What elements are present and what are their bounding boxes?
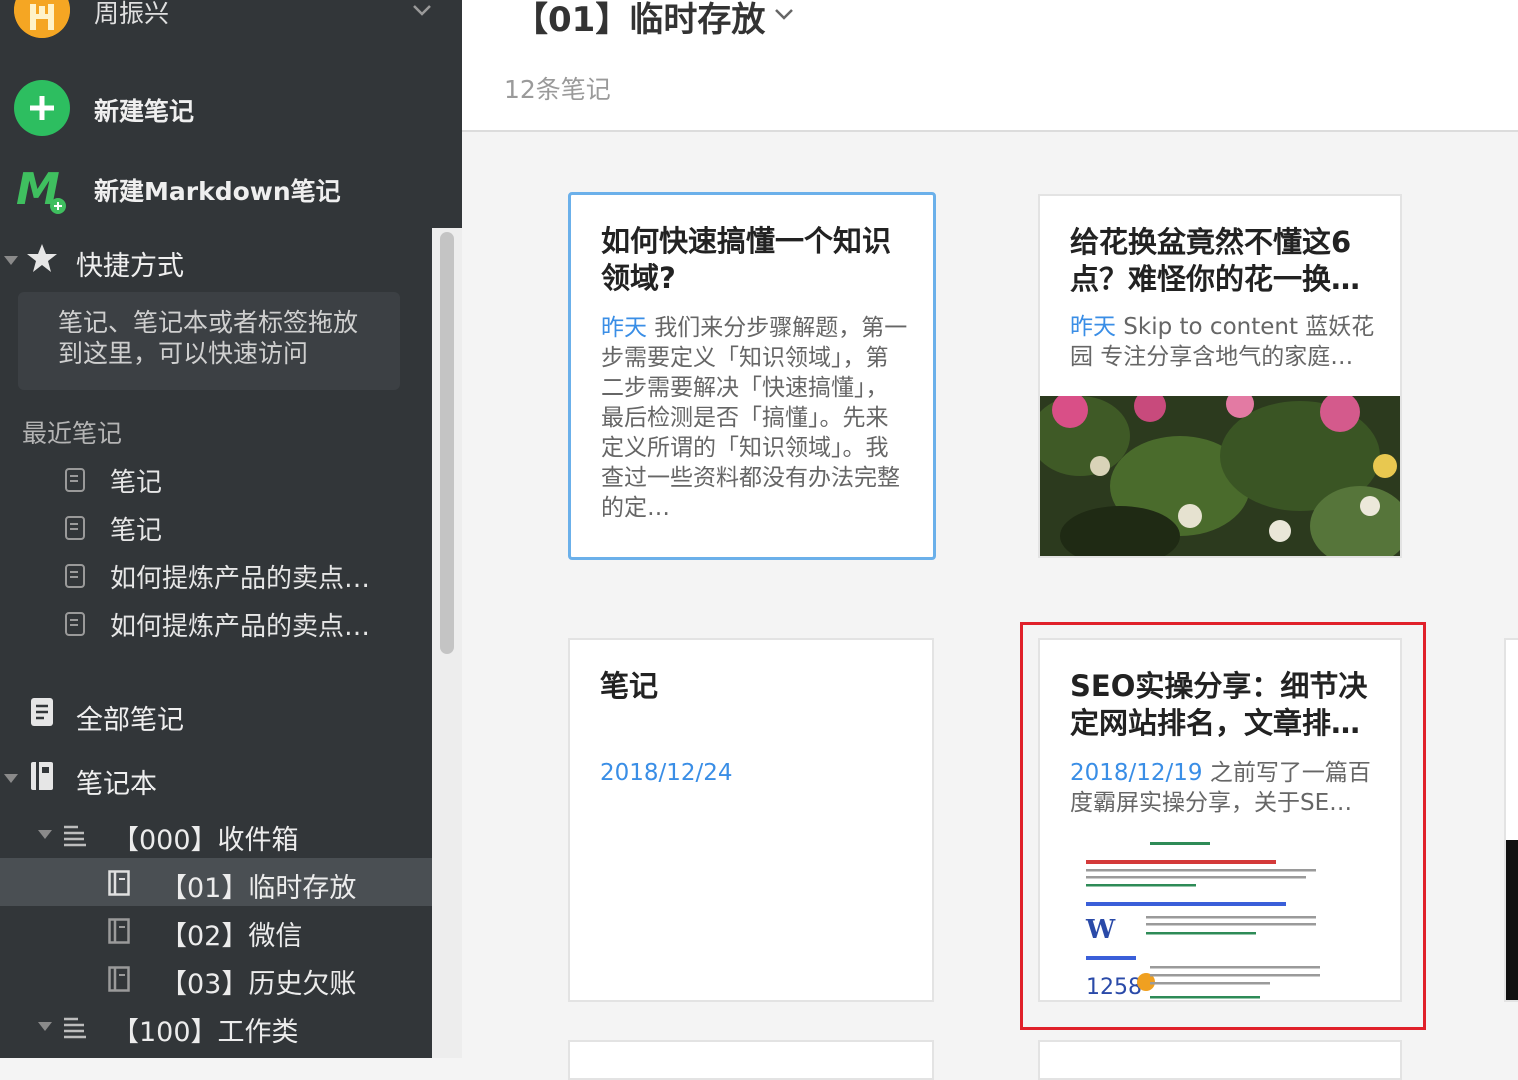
- notebook-label: 【01】临时存放: [160, 873, 357, 904]
- notebook-label: 【000】收件箱: [112, 825, 299, 856]
- new-note-label: 新建笔记: [94, 97, 195, 126]
- note-card[interactable]: 笔记 2018/12/24: [568, 638, 934, 1002]
- notebook-label: 【03】历史欠账: [160, 969, 357, 1000]
- collapse-triangle-icon[interactable]: [38, 830, 52, 840]
- recent-note-label: 如何提炼产品的卖点…: [110, 564, 371, 594]
- notebook-icon: [31, 762, 53, 790]
- all-notes-label: 全部笔记: [76, 705, 184, 736]
- note-card-title: 如何快速搞懂一个知识领域?: [601, 224, 892, 295]
- note-list-panel: 【01】临时存放 12条笔记 如何快速搞懂一个知识领域? 昨天 我们来分步骤解题…: [462, 0, 1518, 1080]
- markdown-icon: M: [16, 164, 66, 214]
- note-card-text: Skip to content 蓝妖花园 专注分享含地气的家庭…: [1070, 314, 1375, 370]
- note-card-partial[interactable]: [1504, 638, 1518, 1002]
- note-doc-icon: [65, 468, 85, 492]
- recent-note-item[interactable]: 如何提炼产品的卖点…: [0, 554, 432, 598]
- recent-note-item[interactable]: 笔记: [0, 506, 432, 550]
- note-count: 12条笔记: [504, 75, 611, 104]
- note-card[interactable]: 给花换盆竟然不懂这6点？难怪你的花一换… 昨天 Skip to content …: [1038, 194, 1402, 558]
- note-card-partial-thumbnail: [1506, 840, 1518, 1000]
- sidebar-scrollbar-thumb[interactable]: [440, 232, 454, 654]
- new-note-button[interactable]: 新建笔记: [0, 78, 462, 138]
- recent-note-label: 笔记: [110, 516, 163, 546]
- avatar-logo-icon: [14, 0, 70, 38]
- account-switcher[interactable]: 周振兴: [0, 0, 462, 40]
- note-card-date: 2018/12/19: [1070, 760, 1203, 786]
- svg-text:1258: 1258: [1086, 975, 1142, 1000]
- notebook-stack-work[interactable]: 【100】工作类: [0, 1002, 432, 1050]
- notebook-icon: [108, 966, 130, 992]
- recent-note-item[interactable]: 如何提炼产品的卖点…: [0, 602, 432, 646]
- sidebar: 周振兴 新建笔记 M 新建Markdown笔记 快捷方式 笔记、笔记本或者标签拖…: [0, 0, 462, 1058]
- notebook-icon: [108, 870, 130, 896]
- star-icon: [27, 244, 57, 272]
- avatar: [14, 0, 70, 38]
- note-doc-icon: [65, 516, 85, 540]
- new-markdown-note-button[interactable]: M 新建Markdown笔记: [0, 158, 462, 218]
- note-card-text: 我们来分步骤解题，第一步需要定义「知识领域」，第二步需要解决「快速搞懂」，最后检…: [601, 315, 908, 521]
- note-card-snippet: 昨天 Skip to content 蓝妖花园 专注分享含地气的家庭…: [1070, 312, 1380, 372]
- chevron-down-icon[interactable]: [772, 4, 796, 24]
- recent-note-label: 笔记: [110, 468, 163, 498]
- notebook-title[interactable]: 【01】临时存放: [514, 0, 765, 41]
- notebooks-section[interactable]: 笔记本: [0, 754, 432, 802]
- note-card-title: SEO实操分享：细节决定网站排名，文章排…: [1070, 669, 1368, 740]
- note-card-date: 昨天: [601, 315, 647, 341]
- notebook-stack-inbox[interactable]: 【000】收件箱: [0, 810, 432, 858]
- notebook-label: 【100】工作类: [112, 1017, 299, 1048]
- note-card-snippet: 2018/12/24: [600, 758, 910, 788]
- svg-text:W: W: [1085, 915, 1116, 945]
- note-card[interactable]: [1038, 1040, 1402, 1080]
- note-card-snippet: 昨天 我们来分步骤解题，第一步需要定义「知识领域」，第二步需要解决「快速搞懂」，…: [601, 313, 911, 523]
- shortcuts-section[interactable]: 快捷方式: [0, 236, 432, 284]
- all-notes-item[interactable]: 全部笔记: [0, 690, 432, 738]
- collapse-triangle-icon[interactable]: [38, 1022, 52, 1032]
- notebook-item-temp[interactable]: 【01】临时存放: [0, 858, 432, 906]
- notebook-icon: [108, 918, 130, 944]
- chevron-down-icon[interactable]: [410, 0, 434, 20]
- notebook-header: 【01】临时存放 12条笔记: [462, 0, 1518, 132]
- user-name: 周振兴: [94, 0, 170, 28]
- recent-note-item[interactable]: 笔记: [0, 458, 432, 502]
- note-card-title: 笔记: [600, 669, 659, 703]
- notebook-item-history[interactable]: 【03】历史欠账: [0, 954, 432, 1002]
- flower-photo-thumbnail: [1040, 396, 1400, 556]
- note-card-date: 2018/12/24: [600, 760, 733, 786]
- note-card[interactable]: SEO实操分享：细节决定网站排名，文章排… 2018/12/19 之前写了一篇百…: [1038, 638, 1402, 1002]
- collapse-triangle-icon[interactable]: [4, 774, 18, 784]
- notebook-label: 【02】微信: [160, 921, 303, 952]
- note-doc-icon: [65, 564, 85, 588]
- notebook-item-wechat[interactable]: 【02】微信: [0, 906, 432, 954]
- note-card-snippet: 2018/12/19 之前写了一篇百度霸屏实操分享，关于SE…: [1070, 758, 1380, 818]
- shortcuts-drop-zone[interactable]: 笔记、笔记本或者标签拖放到这里，可以快速访问: [18, 292, 400, 390]
- note-card-date: 昨天: [1070, 314, 1116, 340]
- plus-icon: [14, 80, 70, 136]
- notebook-stack-icon: [64, 1017, 86, 1039]
- notebooks-label: 笔记本: [76, 769, 157, 800]
- shortcuts-label: 快捷方式: [76, 251, 184, 282]
- note-doc-icon: [65, 612, 85, 636]
- recent-note-label: 如何提炼产品的卖点…: [110, 612, 371, 642]
- new-markdown-label: 新建Markdown笔记: [94, 177, 341, 206]
- all-notes-icon: [31, 698, 53, 726]
- search-results-screenshot-thumbnail: W 1258: [1040, 836, 1400, 1000]
- note-card[interactable]: 如何快速搞懂一个知识领域? 昨天 我们来分步骤解题，第一步需要定义「知识领域」，…: [568, 192, 936, 560]
- collapse-triangle-icon[interactable]: [4, 256, 18, 266]
- notebook-stack-icon: [64, 825, 86, 847]
- note-card[interactable]: [568, 1040, 934, 1080]
- note-card-title: 给花换盆竟然不懂这6点？难怪你的花一换…: [1070, 225, 1361, 296]
- recent-notes-title: 最近笔记: [22, 419, 123, 448]
